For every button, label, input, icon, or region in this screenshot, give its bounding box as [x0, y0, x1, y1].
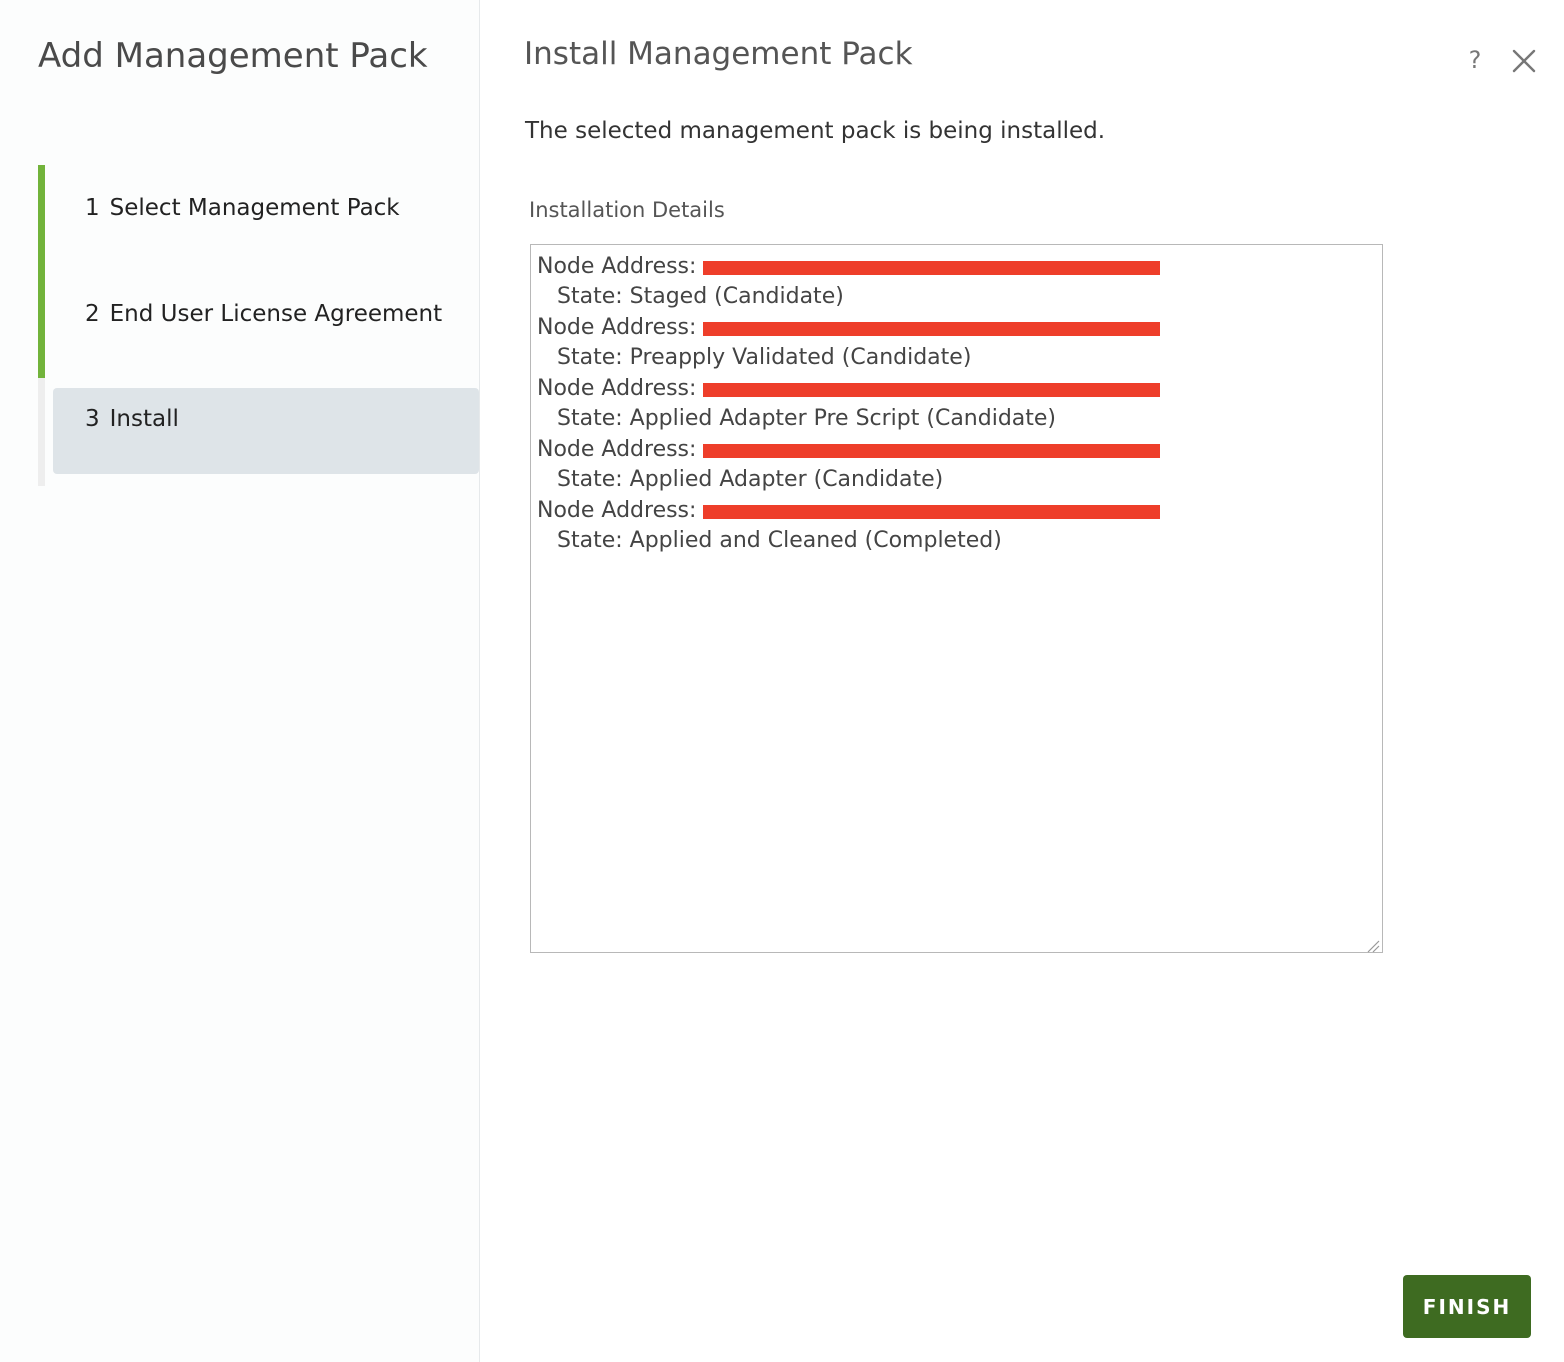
step-number: 1	[85, 195, 100, 221]
redacted-node-address	[703, 444, 1161, 458]
step-label: Select Management Pack	[109, 195, 400, 221]
installation-entry: Node Address: State: Applied and Cleaned…	[537, 495, 1376, 556]
add-management-pack-wizard: Add Management Pack 1 Select Management …	[0, 0, 1564, 1362]
node-state: State: Staged (Candidate)	[557, 284, 844, 309]
node-address-label: Node Address:	[537, 498, 697, 523]
close-icon[interactable]	[1509, 46, 1539, 76]
step-progress-completed	[38, 165, 45, 378]
step-number: 3	[85, 406, 100, 432]
installation-entry: Node Address: State: Preapply Validated …	[537, 312, 1376, 373]
close-icon-glyph	[1512, 49, 1536, 73]
node-address-label: Node Address:	[537, 315, 697, 340]
node-address-line: Node Address:	[537, 312, 1376, 343]
installation-entry: Node Address: State: Applied Adapter (Ca…	[537, 434, 1376, 495]
wizard-main-panel: Install Management Pack ? The selected m…	[481, 0, 1564, 1362]
redacted-node-address	[703, 505, 1161, 519]
page-title: Install Management Pack	[524, 36, 913, 72]
installation-entry: Node Address: State: Applied Adapter Pre…	[537, 373, 1376, 434]
step-select-management-pack[interactable]: 1 Select Management Pack	[53, 165, 479, 251]
wizard-title: Add Management Pack	[38, 36, 428, 76]
wizard-sidebar: Add Management Pack 1 Select Management …	[0, 0, 480, 1362]
install-description: The selected management pack is being in…	[525, 118, 1106, 144]
resize-grip-glyph	[1367, 940, 1380, 953]
node-address-line: Node Address:	[537, 495, 1376, 526]
installation-entry: Node Address: State: Staged (Candidate)	[537, 251, 1376, 312]
step-label: End User License Agreement	[109, 301, 443, 327]
step-label: Install	[109, 406, 179, 432]
redacted-node-address	[703, 322, 1161, 336]
step-end-user-license-agreement[interactable]: 2 End User License Agreement	[53, 271, 479, 357]
step-install[interactable]: 3 Install	[53, 388, 479, 474]
node-state: State: Applied Adapter (Candidate)	[557, 467, 944, 492]
step-number: 2	[85, 301, 100, 327]
node-state: State: Preapply Validated (Candidate)	[557, 345, 972, 370]
redacted-node-address	[703, 383, 1161, 397]
node-address-label: Node Address:	[537, 254, 697, 279]
resize-grip-icon[interactable]	[1364, 934, 1380, 953]
installation-details-textarea[interactable]: Node Address: State: Staged (Candidate) …	[530, 244, 1383, 953]
node-address-label: Node Address:	[537, 376, 697, 401]
node-address-line: Node Address:	[537, 373, 1376, 404]
finish-button[interactable]: FINISH	[1403, 1275, 1531, 1338]
node-address-line: Node Address:	[537, 434, 1376, 465]
installation-details-label: Installation Details	[529, 198, 725, 222]
redacted-node-address	[703, 261, 1161, 275]
node-address-line: Node Address:	[537, 251, 1376, 282]
node-address-label: Node Address:	[537, 437, 697, 462]
node-state: State: Applied and Cleaned (Completed)	[557, 528, 1002, 553]
node-state: State: Applied Adapter Pre Script (Candi…	[557, 406, 1057, 431]
help-icon[interactable]: ?	[1461, 44, 1489, 76]
